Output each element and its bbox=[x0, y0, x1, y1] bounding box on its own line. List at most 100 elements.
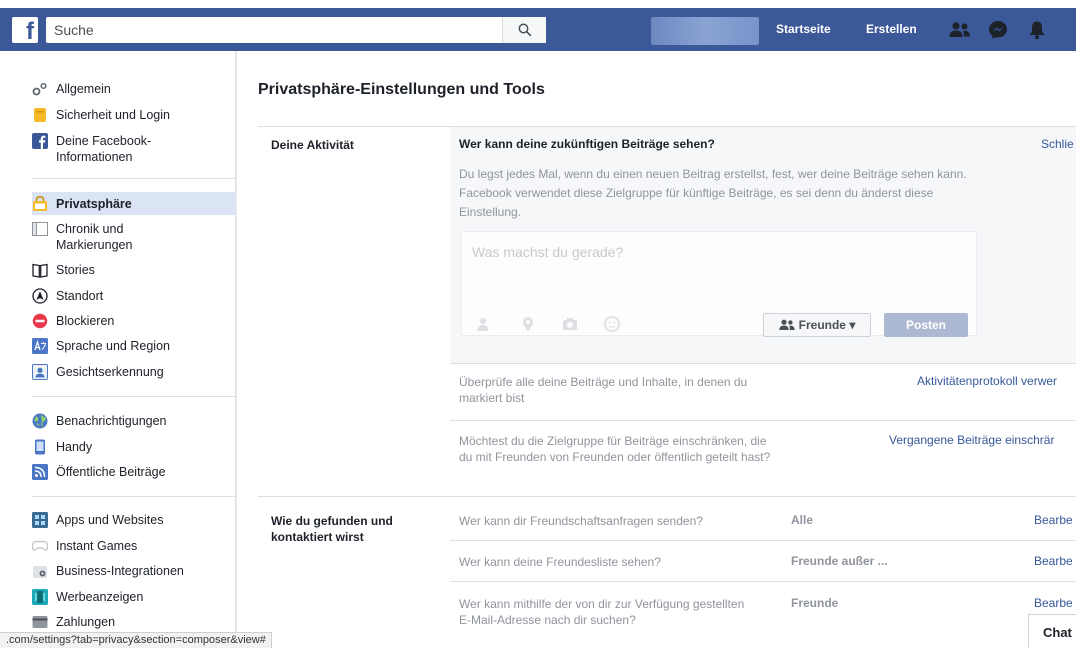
sidebar-item-label: Benachrichtigungen bbox=[56, 414, 167, 428]
facebook-icon bbox=[32, 133, 48, 149]
sidebar-item-label: Gesichtserkennung bbox=[56, 365, 164, 379]
sidebar-item-label: Deine Facebook- Informationen bbox=[56, 134, 152, 164]
facebook-logo[interactable]: f bbox=[12, 17, 38, 43]
audience-selector-button[interactable]: Freunde ▾ bbox=[763, 313, 871, 337]
sidebar-item-language[interactable]: Sprache und Region bbox=[32, 338, 236, 354]
search-box bbox=[46, 17, 546, 43]
sidebar-item-public-posts[interactable]: Öffentliche Beiträge bbox=[32, 464, 236, 480]
sidebar-item-label: Sprache und Region bbox=[56, 339, 170, 353]
profile-link[interactable] bbox=[651, 17, 759, 45]
sidebar-item-label: Apps und Websites bbox=[56, 513, 164, 527]
sidebar-item-facebook-info[interactable]: Deine Facebook- Informationen bbox=[32, 133, 236, 165]
sidebar-item-label: Sicherheit und Login bbox=[56, 108, 170, 122]
sidebar-item-block[interactable]: Blockieren bbox=[32, 313, 236, 329]
future-posts-question: Wer kann deine zukünftigen Beiträge sehe… bbox=[459, 137, 715, 151]
sidebar-item-face-recognition[interactable]: Gesichtserkennung bbox=[32, 364, 236, 380]
location-icon bbox=[32, 288, 48, 304]
sidebar-item-mobile[interactable]: Handy bbox=[32, 439, 236, 455]
row-question: Wer kann mithilfe der von dir zur Verfüg… bbox=[459, 597, 745, 627]
business-icon bbox=[32, 563, 48, 579]
edit-link[interactable]: Bearbe bbox=[1034, 554, 1073, 568]
phone-icon bbox=[32, 439, 48, 455]
nav-home[interactable]: Startseite bbox=[776, 22, 831, 36]
page-title: Privatsphäre-Einstellungen und Tools bbox=[258, 81, 545, 98]
sidebar-item-label: Zahlungen bbox=[56, 615, 116, 629]
sidebar-item-instant-games[interactable]: Instant Games bbox=[32, 538, 236, 554]
settings-sidebar: Allgemein Sicherheit und Login Deine Fac… bbox=[0, 51, 236, 648]
search-button[interactable] bbox=[502, 17, 546, 43]
face-icon bbox=[32, 364, 48, 380]
activity-log-link[interactable]: Aktivitätenprotokoll verwer bbox=[917, 374, 1057, 388]
limit-past-posts-link[interactable]: Vergangene Beiträge einschrär bbox=[889, 433, 1054, 447]
game-icon bbox=[32, 538, 48, 554]
chat-tab[interactable]: Chat bbox=[1028, 614, 1076, 648]
future-posts-description: Du legst jedes Mal, wenn du einen neuen … bbox=[459, 167, 967, 219]
status-bar-url: .com/settings?tab=privacy&section=compos… bbox=[0, 632, 272, 648]
row-divider bbox=[450, 581, 1076, 582]
sidebar-item-location[interactable]: Standort bbox=[32, 288, 236, 304]
settings-main: Privatsphäre-Einstellungen und Tools Dei… bbox=[237, 51, 1076, 648]
block-icon bbox=[32, 313, 48, 329]
edit-link[interactable]: Bearbe bbox=[1034, 513, 1073, 527]
sidebar-divider bbox=[32, 496, 236, 497]
book-icon bbox=[32, 262, 48, 278]
timeline-icon bbox=[32, 221, 48, 237]
messenger-icon[interactable] bbox=[987, 19, 1009, 41]
row-divider bbox=[450, 540, 1076, 541]
nav-create[interactable]: Erstellen bbox=[866, 22, 917, 36]
gear-icon bbox=[32, 81, 48, 97]
sidebar-item-ads[interactable]: Werbeanzeigen bbox=[32, 589, 236, 605]
sidebar-item-apps[interactable]: Apps und Websites bbox=[32, 512, 236, 528]
row-question: Wer kann dir Freundschaftsanfragen sende… bbox=[459, 514, 703, 528]
section-label-find: Wie du gefunden und kontaktiert wirst bbox=[271, 514, 393, 544]
camera-icon[interactable] bbox=[562, 316, 578, 332]
rss-icon bbox=[32, 464, 48, 480]
feeling-icon[interactable] bbox=[604, 316, 620, 332]
sidebar-item-label: Standort bbox=[56, 289, 104, 303]
apps-icon bbox=[32, 512, 48, 528]
sidebar-divider bbox=[32, 396, 236, 397]
sidebar-divider bbox=[32, 178, 236, 179]
row-value: Freunde außer ... bbox=[791, 554, 888, 568]
sidebar-item-general[interactable]: Allgemein bbox=[32, 81, 236, 97]
notifications-icon[interactable] bbox=[1026, 19, 1048, 41]
row-divider bbox=[450, 420, 1076, 421]
composer-placeholder: Was machst du gerade? bbox=[472, 244, 624, 260]
friend-requests-icon[interactable] bbox=[949, 19, 971, 41]
sidebar-item-label: Blockieren bbox=[56, 314, 115, 328]
sidebar-item-business[interactable]: Business-Integrationen bbox=[32, 563, 236, 579]
sidebar-item-label: Öffentliche Beiträge bbox=[56, 465, 166, 479]
close-link[interactable]: Schlie bbox=[1041, 137, 1074, 151]
sidebar-item-security[interactable]: Sicherheit und Login bbox=[32, 107, 236, 123]
globe-icon bbox=[32, 413, 48, 429]
sidebar-item-privacy[interactable]: Privatsphäre bbox=[32, 192, 236, 215]
sidebar-item-payments[interactable]: Zahlungen bbox=[32, 614, 236, 630]
ads-icon bbox=[32, 589, 48, 605]
sidebar-item-notifications[interactable]: Benachrichtigungen bbox=[32, 413, 236, 429]
sidebar-item-stories[interactable]: Stories bbox=[32, 262, 236, 278]
sidebar-item-label: Werbeanzeigen bbox=[56, 590, 144, 604]
sidebar-item-label: Instant Games bbox=[56, 539, 138, 553]
location-pin-icon[interactable] bbox=[520, 316, 536, 332]
badge-icon bbox=[32, 107, 48, 123]
language-icon bbox=[32, 338, 48, 354]
sidebar-item-label: Privatsphäre bbox=[56, 197, 132, 211]
audience-label: Freunde ▾ bbox=[798, 318, 856, 332]
sidebar-item-label: Business-Integrationen bbox=[56, 564, 184, 578]
search-icon bbox=[518, 23, 531, 37]
sidebar-item-label: Handy bbox=[56, 440, 93, 454]
row-divider bbox=[450, 363, 1076, 364]
review-posts-text: Überprüfe alle deine Beiträge und Inhalt… bbox=[459, 375, 748, 405]
tag-friends-icon[interactable] bbox=[476, 316, 492, 332]
row-value: Alle bbox=[791, 513, 814, 527]
search-input[interactable] bbox=[46, 17, 502, 43]
row-question: Wer kann deine Freundesliste sehen? bbox=[459, 555, 661, 569]
friends-icon bbox=[778, 319, 795, 330]
sidebar-item-timeline[interactable]: Chronik und Markierungen bbox=[32, 221, 236, 253]
edit-link[interactable]: Bearbe bbox=[1034, 596, 1073, 610]
post-button[interactable]: Posten bbox=[884, 313, 968, 337]
section-divider bbox=[258, 496, 1076, 497]
top-bar: f Startseite Erstellen bbox=[0, 0, 1076, 51]
blue-bar: f Startseite Erstellen bbox=[0, 8, 1076, 51]
payment-icon bbox=[32, 614, 48, 630]
